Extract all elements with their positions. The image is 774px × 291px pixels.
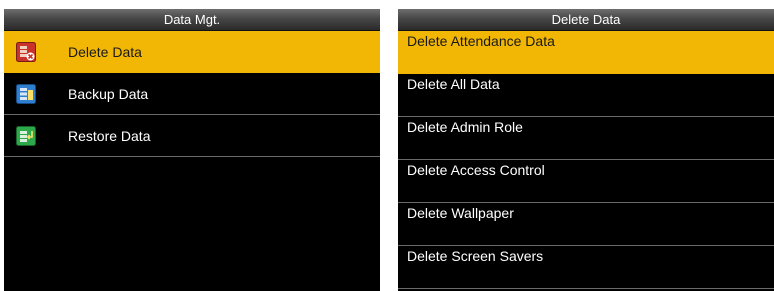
menu-item-delete-wallpaper[interactable]: Delete Wallpaper — [398, 203, 774, 246]
menu-item-label: Delete Screen Savers — [407, 248, 544, 264]
menu-item-label: Delete Wallpaper — [407, 205, 514, 221]
menu-item-label: Delete Access Control — [407, 162, 545, 178]
menu-item-backup-data[interactable]: Backup Data — [4, 73, 380, 115]
menu-item-label: Restore Data — [68, 128, 151, 144]
restore-data-icon — [16, 126, 36, 146]
data-mgt-title: Data Mgt. — [4, 9, 380, 31]
menu-item-delete-admin-role[interactable]: Delete Admin Role — [398, 117, 774, 160]
menu-item-label: Delete Data — [68, 44, 142, 60]
menu-item-delete-screen-savers[interactable]: Delete Screen Savers — [398, 246, 774, 289]
menu-item-restore-data[interactable]: Restore Data — [4, 115, 380, 157]
menu-item-delete-access-control[interactable]: Delete Access Control — [398, 160, 774, 203]
delete-data-title: Delete Data — [398, 9, 774, 31]
delete-data-screen: Delete Data Delete Attendance Data Delet… — [398, 9, 774, 291]
menu-item-delete-data[interactable]: Delete Data — [4, 31, 380, 73]
menu-item-label: Delete Attendance Data — [407, 33, 555, 49]
backup-data-icon — [16, 84, 36, 104]
menu-item-delete-all-data[interactable]: Delete All Data — [398, 74, 774, 117]
data-mgt-screen: Data Mgt. Delete Data Backup Data Restor… — [4, 9, 380, 291]
menu-item-label: Delete All Data — [407, 76, 500, 92]
menu-item-delete-attendance-data[interactable]: Delete Attendance Data — [398, 31, 774, 74]
menu-item-label: Backup Data — [68, 86, 149, 102]
delete-data-icon — [16, 42, 36, 62]
menu-item-label: Delete Admin Role — [407, 119, 523, 135]
